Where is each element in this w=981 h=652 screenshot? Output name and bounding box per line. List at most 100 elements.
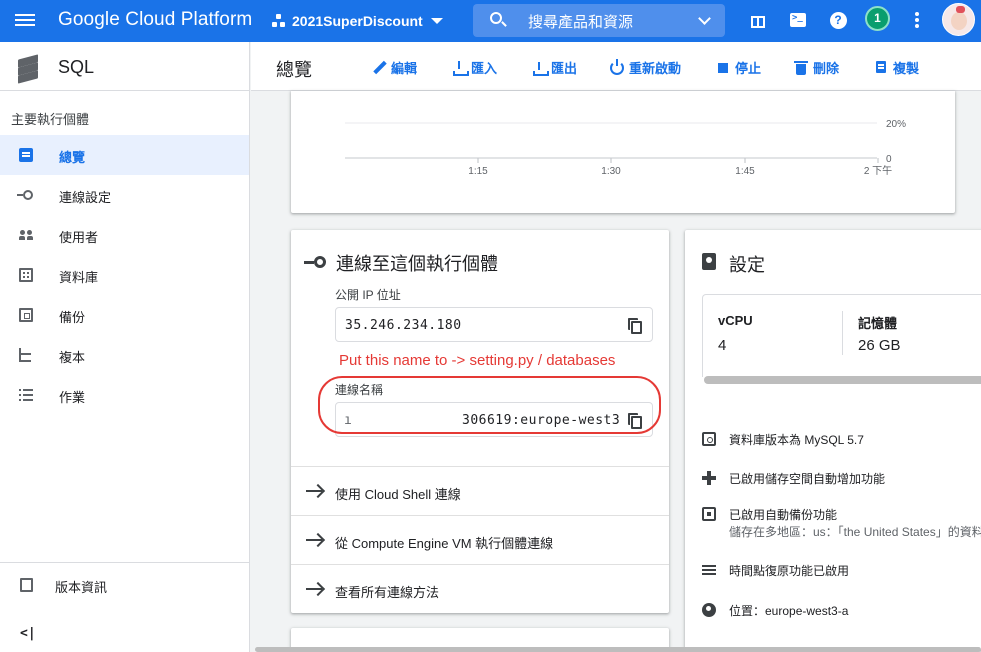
chart-y-tick-label: 20% [886, 119, 906, 130]
export-button[interactable]: 匯出 [532, 58, 577, 77]
import-label: 匯入 [471, 61, 498, 76]
setting-text: 已啟用自動備份功能 [729, 508, 838, 522]
delete-label: 刪除 [813, 61, 840, 76]
sidebar-item-users[interactable]: 使用者 [0, 215, 249, 255]
product-brand[interactable]: Google Cloud Platform [58, 9, 252, 31]
connect-card-title: 連線至這個執行個體 [336, 254, 498, 274]
annotation-highlight [318, 376, 661, 434]
sql-logo-icon [16, 53, 40, 84]
settings-card: 設定 vCPU 4 記憶體 26 GB 資料庫版本為 MySQL 5.7 已啟用… [685, 230, 981, 650]
setting-text: 位置：europe-west3-a [729, 604, 849, 618]
setting-text: 時間點復原功能已啟用 [729, 564, 850, 578]
delete-button[interactable]: 刪除 [794, 58, 839, 77]
stop-label: 停止 [735, 61, 762, 76]
connect-method-label: 使用 Cloud Shell 連線 [335, 487, 461, 502]
connection-icon [304, 252, 326, 272]
setting-text: 資料庫版本為 MySQL 5.7 [729, 433, 864, 447]
release-notes-link[interactable]: 版本資訊 [0, 563, 249, 607]
stop-icon [716, 61, 730, 75]
settings-title: 設定 [729, 255, 765, 275]
cloud-shell-connect-link[interactable]: 使用 Cloud Shell 連線 [291, 466, 669, 515]
clone-button[interactable]: 複製 [874, 58, 919, 77]
chart-x-tick-label: 2 下午 [864, 164, 892, 177]
import-button[interactable]: 匯入 [452, 58, 497, 77]
edit-icon [372, 61, 386, 75]
annotation-text: Put this name to -> setting.py / databas… [339, 352, 616, 369]
export-icon [532, 61, 549, 76]
setting-subtext: 儲存在多地區：us：「the United States」的資料 [729, 525, 981, 539]
backup-icon [19, 308, 33, 322]
search-icon [490, 12, 502, 24]
chart-x-tick-label: 1:30 [601, 166, 621, 177]
gift-icon[interactable] [749, 11, 767, 29]
project-name: 2021SuperDiscount [292, 13, 423, 29]
connect-method-label: 從 Compute Engine VM 執行個體連線 [335, 536, 554, 551]
sidebar-item-backups[interactable]: 備份 [0, 295, 249, 335]
cloud-shell-icon[interactable] [789, 11, 807, 29]
avatar[interactable] [942, 3, 975, 36]
search-input[interactable]: 搜尋產品和資源 [473, 4, 725, 37]
setting-text: 已啟用儲存空間自動增加功能 [729, 472, 886, 486]
memory-value: 26 GB [858, 337, 901, 354]
copy-icon[interactable] [628, 318, 642, 334]
collapse-sidebar-button[interactable]: <| [20, 626, 36, 641]
connect-method-label: 查看所有連線方法 [335, 585, 440, 600]
sidebar-item-overview[interactable]: 總覽 [0, 135, 249, 175]
sidebar-nav: 總覽 連線設定 使用者 資料庫 備份 複本 作業 [0, 135, 249, 415]
page-horizontal-scrollbar[interactable] [255, 647, 981, 652]
compute-engine-connect-link[interactable]: 從 Compute Engine VM 執行個體連線 [291, 515, 669, 564]
vcpu-label: vCPU [718, 313, 753, 328]
sidebar-item-label: 備份 [59, 310, 86, 325]
settings-icon [702, 253, 716, 270]
edit-label: 編輯 [391, 61, 418, 76]
connection-icon [17, 190, 33, 200]
sidebar-footer: 版本資訊 [0, 562, 249, 607]
sidebar-header: SQL [0, 42, 249, 91]
sidebar-item-label: 資料庫 [59, 270, 99, 285]
sidebar-item-replicas[interactable]: 複本 [0, 335, 249, 375]
chevron-down-icon [430, 18, 443, 24]
chevron-down-icon[interactable] [698, 12, 711, 25]
users-icon [19, 228, 33, 242]
restart-icon [610, 58, 624, 75]
sidebar-item-label: 複本 [59, 350, 86, 365]
vcpu-value: 4 [718, 337, 727, 354]
clone-label: 複製 [893, 61, 920, 76]
stop-button[interactable]: 停止 [716, 58, 761, 77]
project-icon [272, 14, 286, 28]
sidebar-section-label: 主要執行個體 [11, 112, 90, 127]
import-icon [452, 60, 469, 76]
edit-button[interactable]: 編輯 [372, 58, 417, 77]
sidebar-item-connections[interactable]: 連線設定 [0, 175, 249, 215]
more-icon[interactable] [914, 11, 920, 29]
notification-badge[interactable]: 1 [865, 6, 890, 31]
metrics-chart-card: 20% 0 1:15 1:30 1:45 2 下午 [291, 91, 955, 213]
sidebar-item-label: 連線設定 [59, 190, 112, 205]
delete-icon [794, 60, 808, 75]
all-connect-methods-link[interactable]: 查看所有連線方法 [291, 564, 669, 613]
project-selector[interactable]: 2021SuperDiscount [272, 8, 443, 34]
export-label: 匯出 [551, 61, 578, 76]
horizontal-scrollbar[interactable] [704, 376, 981, 384]
arrow-right-icon [306, 582, 324, 596]
sidebar-item-label: 總覽 [59, 150, 86, 165]
metrics-chart: 20% 0 1:15 1:30 1:45 2 下午 [345, 119, 906, 177]
menu-icon[interactable] [15, 11, 37, 29]
replica-icon [19, 348, 33, 362]
chart-y-tick-label: 0 [886, 154, 892, 165]
sidebar-item-operations[interactable]: 作業 [0, 375, 249, 415]
arrow-right-icon [306, 484, 324, 498]
public-ip-field[interactable]: 35.246.234.180 [335, 307, 653, 342]
sidebar-item-databases[interactable]: 資料庫 [0, 255, 249, 295]
release-notes-label: 版本資訊 [55, 580, 108, 595]
release-notes-icon [20, 578, 33, 592]
page-header: 總覽 編輯 匯入 匯出 重新啟動 停止 刪除 複製 [251, 42, 981, 91]
public-ip-label: 公開 IP 位址 [335, 288, 401, 302]
restart-label: 重新啟動 [629, 61, 682, 76]
divider [842, 311, 843, 355]
chart-x-tick-label: 1:45 [735, 166, 755, 177]
restart-button[interactable]: 重新啟動 [610, 58, 681, 77]
help-icon[interactable]: ? [829, 11, 847, 29]
database-icon [19, 268, 33, 282]
page-title: 總覽 [276, 60, 312, 80]
